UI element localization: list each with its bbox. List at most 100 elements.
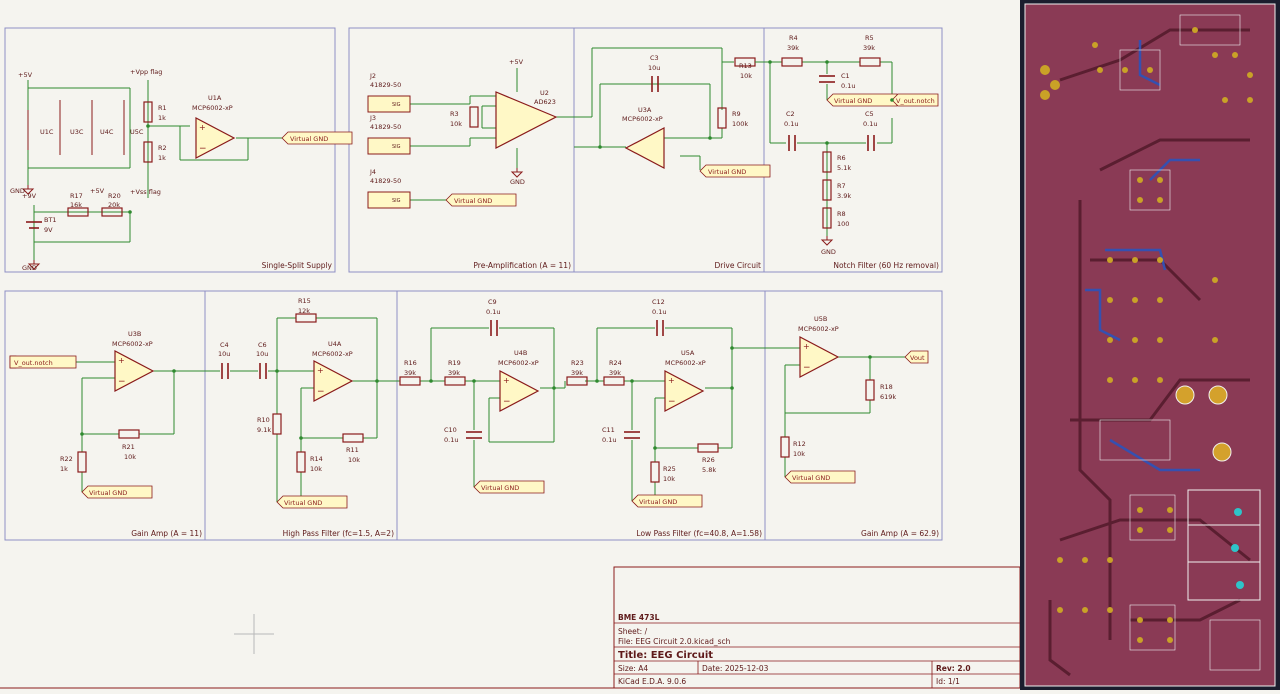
svg-text:AD623: AD623 — [534, 98, 556, 106]
svg-text:C3: C3 — [650, 54, 659, 62]
svg-text:U4B: U4B — [514, 349, 527, 357]
svg-text:Virtual GND: Virtual GND — [481, 484, 519, 492]
svg-text:10u: 10u — [648, 64, 660, 72]
svg-text:SIG: SIG — [392, 102, 401, 108]
block-title-hpf: High Pass Filter (fc=1.5, A=2) — [283, 529, 394, 538]
svg-text:41829-50: 41829-50 — [370, 177, 401, 185]
tb-file: File: EEG Circuit 2.0.kicad_sch — [618, 637, 731, 646]
svg-text:R9: R9 — [732, 110, 741, 118]
label-vss: +Vss flag — [130, 188, 161, 196]
svg-text:R6: R6 — [837, 154, 846, 162]
svg-text:0.1u: 0.1u — [841, 82, 855, 90]
connector-j2 — [367, 95, 411, 113]
svg-text:R16: R16 — [404, 359, 417, 367]
block-title-drive: Drive Circuit — [714, 261, 761, 270]
svg-text:R17: R17 — [70, 192, 83, 200]
svg-text:R13: R13 — [739, 62, 752, 70]
svg-text:R10: R10 — [257, 416, 270, 424]
svg-text:5.8k: 5.8k — [702, 466, 716, 474]
svg-text:C10: C10 — [444, 426, 457, 434]
label-plus9: +9V — [22, 192, 37, 200]
svg-text:R4: R4 — [789, 34, 798, 42]
svg-text:0.1u: 0.1u — [444, 436, 458, 444]
svg-text:100: 100 — [837, 220, 849, 228]
block-title-notch: Notch Filter (60 Hz removal) — [833, 261, 939, 270]
svg-text:12k: 12k — [298, 307, 310, 315]
svg-text:MCP6002-xP: MCP6002-xP — [312, 350, 353, 358]
svg-text:R11: R11 — [346, 446, 359, 454]
svg-text:R26: R26 — [702, 456, 715, 464]
svg-text:10k: 10k — [450, 120, 462, 128]
svg-text:39k: 39k — [448, 369, 460, 377]
svg-text:R2: R2 — [158, 144, 167, 152]
svg-text:V_out.notch: V_out.notch — [896, 97, 935, 105]
svg-text:619k: 619k — [880, 393, 896, 401]
block-title-lpf: Low Pass Filter (fc=40.8, A=1.58) — [636, 529, 762, 538]
svg-text:J4: J4 — [369, 168, 376, 176]
svg-text:R5: R5 — [865, 34, 874, 42]
svg-text:Virtual GND: Virtual GND — [89, 489, 127, 497]
svg-text:39k: 39k — [863, 44, 875, 52]
tb-tool: KiCad E.D.A. 9.0.6 — [618, 677, 686, 686]
svg-text:MCP6002-xP: MCP6002-xP — [498, 359, 539, 367]
svg-text:J2: J2 — [369, 72, 376, 80]
svg-text:Virtual GND: Virtual GND — [834, 97, 872, 105]
tb-sheet: Sheet: / — [618, 627, 648, 636]
svg-text:U4A: U4A — [328, 340, 342, 348]
tb-rev: Rev: 2.0 — [936, 664, 971, 673]
svg-text:U4C: U4C — [100, 128, 114, 136]
svg-text:+5V: +5V — [509, 58, 524, 66]
svg-text:Virtual GND: Virtual GND — [284, 499, 322, 507]
schematic-editor-canvas[interactable]: + − Single-Split Supply Pre-Amplificatio… — [0, 0, 1280, 690]
svg-text:GND: GND — [821, 248, 836, 256]
svg-text:MCP6002-xP: MCP6002-xP — [112, 340, 153, 348]
svg-text:U3B: U3B — [128, 330, 141, 338]
svg-text:C4: C4 — [220, 341, 229, 349]
block-title-gain2: Gain Amp (A = 62.9) — [861, 529, 939, 538]
svg-text:0.1u: 0.1u — [863, 120, 877, 128]
svg-text:GND: GND — [510, 178, 525, 186]
svg-text:10k: 10k — [740, 72, 752, 80]
svg-text:U1A: U1A — [208, 94, 222, 102]
schematic-sheet[interactable]: + − Single-Split Supply Pre-Amplificatio… — [0, 0, 1280, 690]
svg-text:C9: C9 — [488, 298, 497, 306]
tb-size: Size: A4 — [618, 664, 648, 673]
svg-text:R25: R25 — [663, 465, 676, 473]
svg-text:C11: C11 — [602, 426, 615, 434]
svg-text:0.1u: 0.1u — [486, 308, 500, 316]
svg-text:U5B: U5B — [814, 315, 827, 323]
svg-text:SIG: SIG — [392, 144, 401, 150]
svg-text:10k: 10k — [348, 456, 360, 464]
svg-text:R15: R15 — [298, 297, 311, 305]
svg-text:U3C: U3C — [70, 128, 84, 136]
pcb-preview-panel[interactable] — [1020, 0, 1280, 690]
virtual-gnd-label: Virtual GND — [290, 135, 328, 143]
svg-text:39k: 39k — [609, 369, 621, 377]
block-title-supply: Single-Split Supply — [262, 261, 333, 270]
svg-text:Virtual GND: Virtual GND — [708, 168, 746, 176]
svg-text:MCP6002-xP: MCP6002-xP — [622, 115, 663, 123]
tb-title: Title: EEG Circuit — [618, 650, 713, 661]
svg-text:C1: C1 — [841, 72, 850, 80]
svg-text:R12: R12 — [793, 440, 806, 448]
connector-j4 — [367, 191, 411, 209]
svg-text:U5A: U5A — [681, 349, 695, 357]
svg-text:100k: 100k — [732, 120, 748, 128]
svg-text:41829-50: 41829-50 — [370, 123, 401, 131]
svg-text:BT1: BT1 — [44, 216, 57, 224]
svg-text:10k: 10k — [124, 453, 136, 461]
svg-text:0.1u: 0.1u — [602, 436, 616, 444]
label-plus5: +5V — [18, 71, 33, 79]
svg-text:R7: R7 — [837, 182, 846, 190]
svg-text:SIG: SIG — [392, 198, 401, 204]
svg-text:10u: 10u — [218, 350, 230, 358]
svg-text:1k: 1k — [60, 465, 68, 473]
svg-text:R19: R19 — [448, 359, 461, 367]
svg-text:10k: 10k — [793, 450, 805, 458]
svg-text:0.1u: 0.1u — [784, 120, 798, 128]
svg-text:U3A: U3A — [638, 106, 652, 114]
svg-text:C5: C5 — [865, 110, 874, 118]
svg-text:1k: 1k — [158, 154, 166, 162]
connector-j3 — [367, 137, 411, 155]
svg-text:C2: C2 — [786, 110, 795, 118]
